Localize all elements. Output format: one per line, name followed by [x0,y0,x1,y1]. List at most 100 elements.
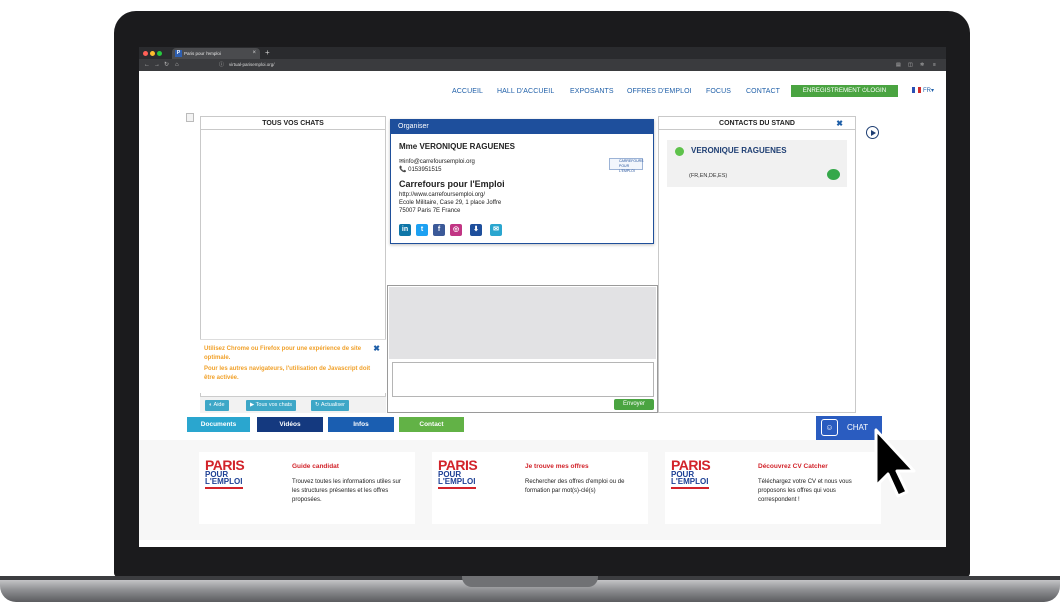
menu-icon[interactable]: ≡ [933,60,936,70]
reader-icon[interactable]: ◫ [908,60,913,70]
language-selector[interactable]: FR▾ [912,87,934,94]
nav-contact[interactable]: CONTACT [746,88,780,95]
lock-icon: ⓘ [219,62,225,68]
card-text: Trouvez toutes les informations utiles s… [292,479,401,503]
stand-contacts-close-icon[interactable]: ✖ [836,117,843,130]
organiser-address-line-1: Ecole Militaire, Case 29, 1 place Joffre [399,200,502,206]
chat-button-label: CHAT [847,423,869,432]
close-window-icon[interactable] [143,51,148,56]
twitter-icon[interactable]: t [416,224,428,236]
message-history [389,287,656,359]
help-label: Aide [213,402,225,408]
warning-line-1: Utilisez Chrome ou Firefox pour une expé… [204,346,362,361]
chat-actions-bar: ◐ Aide ▶ Tous vos chats ↻ Actualiser [200,396,386,413]
stand-contacts-panel: CONTACTS DU STAND ✖ VERONIQUE RAGUENES (… [658,116,856,413]
nav-hall-accueil[interactable]: HALL D'ACCUEIL [497,88,554,95]
reload-icon[interactable]: ↻ [164,60,169,70]
organiser-website[interactable]: http://www.carrefoursemploi.org/ [399,192,485,198]
tab-documents[interactable]: Documents [187,417,250,432]
facebook-icon[interactable]: f [433,224,445,236]
organiser-name: Mme VERONIQUE RAGUENES [399,142,516,151]
nav-offres-emploi[interactable]: OFFRES D'EMPLOI [627,88,692,95]
card-title: Découvrez CV Catcher [758,463,828,470]
laptop-notch [462,576,598,587]
contact-name: VERONIQUE RAGUENES [691,146,787,155]
back-icon[interactable]: ← [144,60,150,70]
browser-tab[interactable]: P Paris pour l'emploi × [172,48,260,59]
url-field[interactable]: virtual-parisemploi.org/ [229,61,889,69]
warning-close-icon[interactable]: ✖ [373,344,380,353]
home-icon[interactable]: ⌂ [175,60,179,70]
nav-accueil[interactable]: ACCUEIL [452,88,483,95]
start-chat-icon[interactable] [827,169,840,180]
card-title: Je trouve mes offres [525,463,589,470]
chat-button[interactable]: ☺ CHAT [816,416,882,440]
organiser-company: Carrefours pour l'Emploi [399,179,505,189]
paris-pour-emploi-logo: PARIS POUR L'EMPLOI [205,458,246,492]
organiser-header: Organiser [391,120,653,134]
logo-line-3: L'EMPLOI [438,477,476,486]
settings-icon[interactable]: ✲ [920,60,924,70]
page-footer-strip [139,540,946,547]
card-text: Téléchargez votre CV et nous vous propos… [758,479,852,503]
paris-pour-emploi-logo: PARIS POUR L'EMPLOI [438,458,479,492]
tab-close-icon[interactable]: × [252,48,256,59]
refresh-label: Actualiser [320,402,345,408]
card-cv-catcher[interactable]: PARIS POUR L'EMPLOI Découvrez CV Catcher… [665,452,881,524]
card-guide-candidat[interactable]: PARIS POUR L'EMPLOI Guide candidat Trouv… [199,452,415,524]
card-trouve-offres[interactable]: PARIS POUR L'EMPLOI Je trouve mes offres… [432,452,648,524]
contact-languages: (FR,EN,DE,ES) [689,173,728,179]
mouse-pointer-icon [874,428,916,498]
tab-title: Paris pour l'emploi [184,51,221,56]
contact-card[interactable]: VERONIQUE RAGUENES (FR,EN,DE,ES) [667,140,847,187]
broken-image-icon [186,113,194,122]
nav-focus[interactable]: FOCUS [706,88,731,95]
mail-icon[interactable]: ✉ [490,224,502,236]
all-chats-label: Tous vos chats [255,402,293,408]
send-button[interactable]: Envoyer [614,399,654,410]
maximize-window-icon[interactable] [157,51,162,56]
all-chats-header: TOUS VOS CHATS [201,117,385,130]
new-tab-icon[interactable]: + [265,47,270,58]
stand-contacts-title: CONTACTS DU STAND [719,120,795,127]
logo-bar [671,487,709,489]
help-button[interactable]: ◐ Aide [205,400,229,411]
logo-bar [438,487,476,489]
favicon-icon: P [175,50,182,57]
online-status-icon [675,147,684,156]
warning-line-2: Pour les autres navigateurs, l'utilisati… [204,366,371,381]
tab-infos[interactable]: Infos [328,417,394,432]
extensions-icon[interactable]: ▤ [896,60,901,70]
nav-exposants[interactable]: EXPOSANTS [570,88,614,95]
tab-videos[interactable]: Vidéos [257,417,323,432]
play-icon[interactable] [866,126,879,139]
organiser-address-line-2: 75007 Paris 7E France [399,208,461,214]
message-input[interactable] [392,362,654,397]
card-text: Rechercher des offres d'emploi ou de for… [525,479,625,494]
conversation-panel [387,285,658,413]
tab-contact[interactable]: Contact [399,417,464,432]
browser-warning: Utilisez Chrome ou Firefox pour une expé… [200,339,386,393]
forward-icon[interactable]: → [154,60,160,70]
register-login-button[interactable]: ENREGISTREMENT ⏻LOGIN [791,85,898,97]
organiser-card: Organiser Mme VERONIQUE RAGUENES ✉info@c… [390,119,654,244]
address-bar: ← → ↻ ⌂ ⓘ virtual-parisemploi.org/ ▤ ◫ ✲… [139,59,946,71]
logo-line-3: L'EMPLOI [205,477,243,486]
laptop-mockup: P Paris pour l'emploi × + ← → ↻ ⌂ ⓘ virt… [0,0,1060,604]
refresh-button[interactable]: ↻ Actualiser [311,400,349,411]
french-flag-icon [912,87,921,93]
logo-bar [205,487,243,489]
browser-window: P Paris pour l'emploi × + ← → ↻ ⌂ ⓘ virt… [139,47,946,547]
download-icon[interactable]: ⬇ [470,224,482,236]
card-title: Guide candidat [292,463,339,470]
tab-bar: P Paris pour l'emploi × + [139,47,946,59]
instagram-icon[interactable]: ◎ [450,224,462,236]
language-label: FR▾ [923,88,935,94]
all-chats-button[interactable]: ▶ Tous vos chats [246,400,297,411]
stand-contacts-header: CONTACTS DU STAND ✖ [659,117,855,130]
minimize-window-icon[interactable] [150,51,155,56]
register-login-label: ENREGISTREMENT ⏻LOGIN [802,87,887,94]
paris-pour-emploi-logo: PARIS POUR L'EMPLOI [671,458,712,492]
linkedin-icon[interactable]: in [399,224,411,236]
organiser-email[interactable]: ✉info@carrefoursemploi.org [399,158,475,165]
